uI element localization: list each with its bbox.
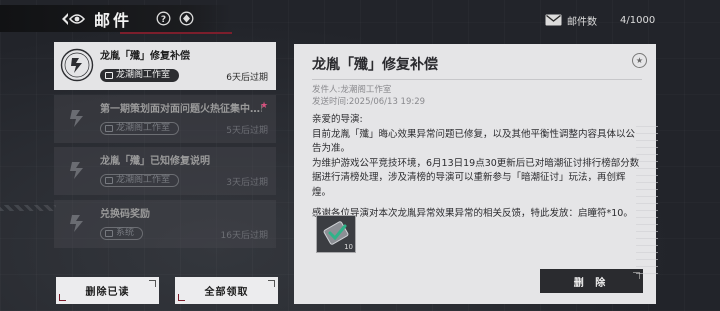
mail-title: 龙胤「殲」已知修复说明 (100, 156, 210, 167)
mail-expire: 6天后过期 (226, 73, 268, 83)
mail-title: 第一期策划面对面问题火热征集中…! (100, 103, 262, 115)
mail-emblem-icon (60, 206, 94, 240)
mail-emblem-icon (60, 101, 94, 135)
background-stripe (0, 205, 56, 211)
panel-decoration (636, 124, 658, 274)
diamond-icon (179, 11, 194, 26)
detail-paragraph: 目前龙胤「殲」晦心效果异常问题已修复，以及其他平衡性调整内容具体以公告为准。 (312, 128, 636, 155)
delete-button[interactable]: 删 除 (540, 269, 643, 293)
question-icon: ? (156, 11, 171, 26)
help-button[interactable]: ? (156, 11, 171, 26)
chat-icon (105, 229, 113, 237)
mail-sender-tag: 系统 (100, 226, 144, 240)
header-bar: 邮件 ? (0, 5, 232, 34)
detail-body: 亲爱的导演: 目前龙胤「殲」晦心效果异常问题已修复，以及其他平衡性调整内容具体以… (312, 113, 640, 222)
mail-title: 龙胤「殲」修复补偿 (100, 51, 190, 62)
filter-button[interactable] (179, 11, 194, 26)
claim-all-button[interactable]: 全部领取 (175, 277, 278, 304)
mail-sender-tag: 龙潮阁工作室 (100, 69, 180, 82)
detail-paragraph: 感谢各位导演对本次龙胤异常效果异常的相关反馈，特此发放：启瞳符*10。 (312, 208, 633, 219)
svg-text:?: ? (161, 15, 166, 25)
attachment-item[interactable]: 10 (316, 215, 356, 253)
chat-icon (105, 72, 113, 79)
mail-list-item[interactable]: 兑换码奖励 系统 16天后过期 (54, 199, 276, 248)
mail-expire: 5天后过期 (226, 125, 268, 136)
mail-count-value: 4/1000 (620, 14, 656, 26)
mail-expire: 3天后过期 (226, 178, 268, 188)
divider (312, 79, 642, 80)
mail-count: 邮件数 4/1000 (545, 11, 655, 29)
detail-greeting: 亲爱的导演: (312, 114, 363, 125)
mail-sender-tag: 龙潮阁工作室 (100, 174, 180, 187)
back-button[interactable] (56, 5, 90, 32)
mail-expire: 16天后过期 (220, 230, 268, 241)
mail-list: 龙胤「殲」修复补偿 龙潮阁工作室 6天后过期 第一期策划面对面问题火热征集中…!… (54, 42, 276, 252)
mail-title: 兑换码奖励 (100, 208, 150, 220)
page-title: 邮件 (94, 10, 133, 30)
mail-count-label: 邮件数 (567, 16, 597, 28)
delete-read-button[interactable]: 删除已读 (56, 277, 159, 304)
mail-list-item[interactable]: 龙胤「殲」已知修复说明 龙潮阁工作室 3天后过期 (54, 147, 276, 195)
mail-emblem-icon (60, 153, 94, 187)
detail-title: 龙胤「殲」修复补偿 (312, 57, 438, 73)
detail-sender: 发件人:龙潮阁工作室 (312, 85, 392, 95)
back-eye-icon (62, 12, 86, 25)
mail-emblem-icon (60, 48, 94, 82)
attachment-count: 10 (344, 243, 353, 251)
star-badge-icon: ★ (632, 53, 647, 68)
star-icon: ★ (260, 100, 269, 111)
envelope-icon (545, 14, 562, 26)
mail-list-item[interactable]: 龙胤「殲」修复补偿 龙潮阁工作室 6天后过期 (54, 42, 276, 90)
mail-detail-panel: 龙胤「殲」修复补偿 ★ 发件人:龙潮阁工作室 发送时间:2025/06/13 1… (294, 44, 658, 304)
chat-icon (105, 124, 113, 132)
chat-icon (105, 177, 113, 184)
mail-sender-tag: 龙潮阁工作室 (100, 121, 180, 135)
mail-list-item[interactable]: 第一期策划面对面问题火热征集中…! ★ 龙潮阁工作室 5天后过期 (54, 94, 276, 143)
detail-send-time: 发送时间:2025/06/13 19:29 (312, 97, 426, 107)
detail-paragraph: 为维护游戏公平竞技环境，6月13日19点30更新后已对暗潮征讨排行榜部分数据进行… (312, 157, 640, 198)
